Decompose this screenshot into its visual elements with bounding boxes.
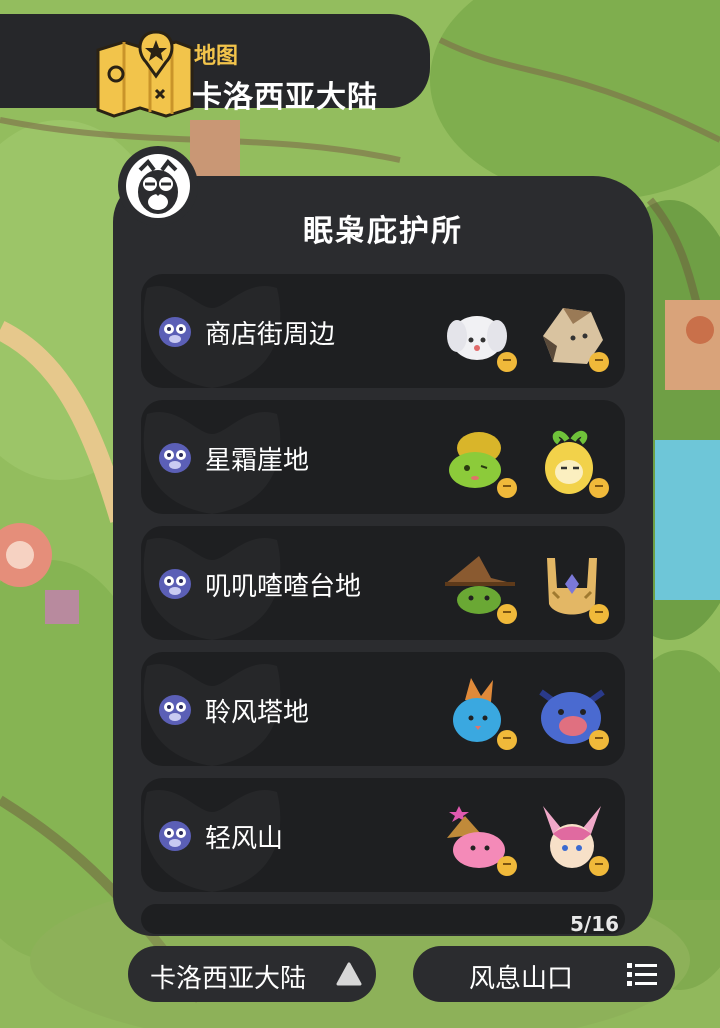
rock-beast-pet-icon (543, 308, 609, 372)
pink-wizard-pet-icon (447, 806, 517, 876)
location-name: 商店街周边 (205, 320, 336, 350)
map-title: 卡洛西亚大陆 (192, 80, 378, 115)
crystal-golem-pet-icon (547, 558, 609, 624)
sanctuary-list[interactable]: 商店街周边 星霜崖地 叽叽喳喳台地 聆风塔地 轻风山 (141, 274, 625, 936)
owl-icon (126, 154, 190, 218)
location-name: 叽叽喳喳台地 (205, 572, 362, 602)
list-item[interactable]: 聆风塔地 (141, 652, 625, 766)
owl-tag-icon (159, 317, 191, 347)
witch-hat-frog-pet-icon (445, 556, 517, 624)
location-list-button[interactable]: 风息山口 (413, 946, 675, 1002)
region-label: 卡洛西亚大陆 (150, 964, 307, 994)
triangle-up-icon (336, 962, 362, 986)
collection-counter: 5/16 (570, 912, 620, 936)
list-item[interactable]: 商店街周边 (141, 274, 625, 388)
location-label: 风息山口 (469, 964, 574, 994)
owl-tag-icon (159, 695, 191, 725)
list-item-partial[interactable] (141, 904, 625, 934)
white-bunny-pet-icon (447, 316, 517, 372)
map-subtitle: 地图 (194, 44, 239, 69)
location-name: 聆风塔地 (205, 698, 310, 728)
owl-tag-icon (159, 443, 191, 473)
region-selector-button[interactable]: 卡洛西亚大陆 (128, 946, 376, 1002)
list-item[interactable]: 轻风山 (141, 778, 625, 892)
green-turtle-pet-icon (449, 432, 517, 498)
sanctuary-panel: 眠枭庇护所 商店街周边 星霜崖地 叽叽喳喳台地 聆风塔地 轻风山 (113, 176, 653, 936)
blue-chick-pet-icon (453, 678, 517, 750)
map-header: 地图 卡洛西亚大陆 (0, 14, 430, 118)
location-name: 星霜崖地 (205, 446, 310, 476)
owl-tag-icon (159, 569, 191, 599)
list-item[interactable]: 星霜崖地 (141, 400, 625, 514)
list-icon (627, 963, 657, 986)
owl-tag-icon (159, 821, 191, 851)
blue-dragon-pet-icon (539, 689, 609, 750)
folded-map-pin-icon (96, 30, 194, 118)
sprout-seed-pet-icon (545, 430, 609, 498)
list-item[interactable]: 叽叽喳喳台地 (141, 526, 625, 640)
owl-badge (118, 146, 198, 226)
pink-bat-pet-icon (543, 806, 609, 876)
location-name: 轻风山 (205, 824, 284, 854)
